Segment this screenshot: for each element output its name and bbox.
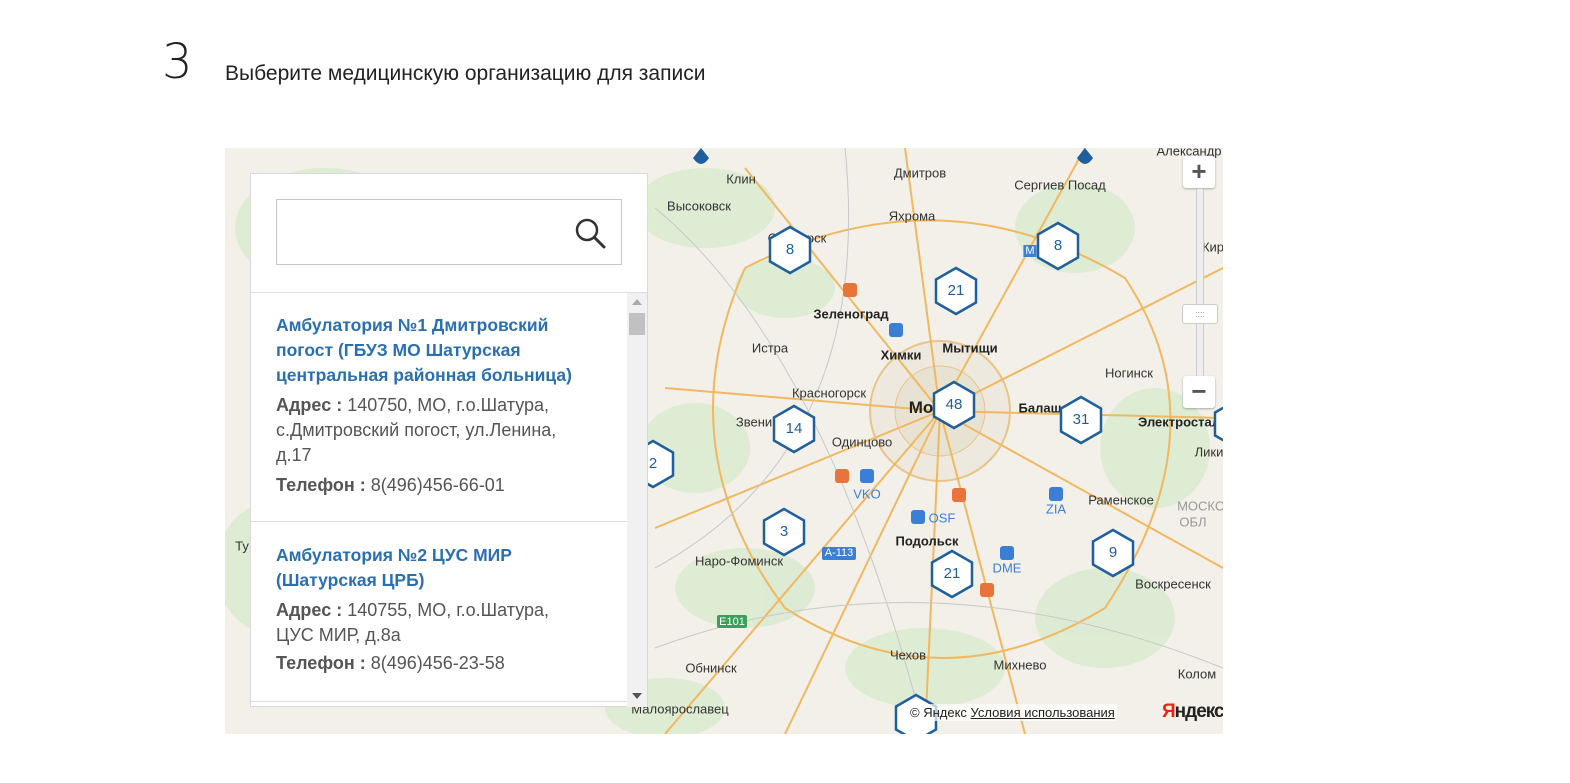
list-item[interactable]: Амбулатория №1 Дмитровский погост (ГБУЗ … — [251, 293, 627, 522]
organization-list[interactable]: Амбулатория №1 Дмитровский погост (ГБУЗ … — [251, 292, 647, 707]
cluster-marker[interactable]: 8 — [767, 225, 813, 275]
organization-address: Адрес : 140755, МО, г.о.Шатура, ЦУС МИР,… — [276, 600, 550, 645]
cluster-marker[interactable]: 21 — [929, 549, 975, 599]
terms-link[interactable]: Условия использования — [971, 705, 1115, 720]
map-label-mytishchi: Мытищи — [942, 340, 998, 356]
map-label-sergiev: Сергиев Посад — [1014, 177, 1106, 193]
map-label-odintsovo: Одинцово — [831, 434, 893, 450]
map-label-moscow: Мо — [908, 398, 934, 417]
map-label-kolomna: Колом — [1177, 666, 1217, 682]
map-label-klin: Клин — [726, 171, 756, 187]
map-label-balash: Балаш — [1018, 400, 1062, 416]
map-copyright: © Яндекс Условия использования — [908, 704, 1117, 721]
map-label-khimki: Химки — [880, 347, 922, 363]
map-label-mosobl: МОСКО — [1177, 498, 1223, 514]
organization-phone: Телефон : 8(496)456-23-58 — [276, 653, 505, 673]
step-title: Выберите медицинскую организацию для зап… — [225, 62, 706, 85]
organization-phone: Телефон : 8(496)456-66-01 — [276, 475, 505, 495]
list-item[interactable]: Амбулатория №2 ЦУС МИР (Шатурская ЦРБ) А… — [251, 521, 627, 702]
step-number: 3 — [162, 34, 193, 90]
cluster-marker[interactable]: 48 — [931, 380, 977, 430]
cluster-marker[interactable]: 3 — [761, 507, 807, 557]
organization-name-link[interactable]: Амбулатория №1 Дмитровский погост (ГБУЗ … — [276, 313, 596, 388]
cluster-marker[interactable]: 14 — [771, 404, 817, 454]
cluster-marker[interactable]: 21 — [933, 266, 979, 316]
list-scrollbar[interactable] — [627, 293, 647, 707]
cluster-marker[interactable]: 9 — [1090, 528, 1136, 578]
map-label-zia: ZIA — [1045, 501, 1067, 517]
map-label-tu: Ту — [235, 538, 249, 554]
map-label-dme: DME — [992, 560, 1022, 576]
map-label-istra: Истра — [751, 340, 789, 356]
scroll-up-arrow-icon[interactable] — [632, 299, 642, 305]
search-icon[interactable] — [573, 216, 607, 250]
map-label-obl: ОБЛ — [1179, 514, 1207, 530]
zoom-slider-track[interactable] — [1196, 188, 1204, 382]
organization-panel: Амбулатория №1 Дмитровский погост (ГБУЗ … — [250, 173, 648, 707]
map-label-mikhnevo: Михнево — [993, 657, 1047, 673]
map-label-a113: А-113 — [824, 547, 854, 559]
plus-icon: + — [1191, 156, 1207, 186]
map-label-noginsk: Ногинск — [1105, 365, 1153, 381]
yandex-logo[interactable]: Яндекс — [1162, 701, 1223, 723]
cluster-marker[interactable]: 8 — [1035, 221, 1081, 271]
map-label-vko: VKO — [853, 486, 881, 502]
cluster-marker[interactable]: 31 — [1058, 395, 1104, 445]
organization-address: Адрес : 140750, МО, г.о.Шатура, с.Дмитро… — [276, 395, 557, 465]
map-label-osf: OSF — [928, 510, 956, 526]
map-label-yakhroma: Яхрома — [888, 208, 936, 224]
map-label-ramenskoe: Раменское — [1088, 492, 1154, 508]
scrollbar-thumb[interactable] — [629, 313, 645, 335]
map-label-krasnogorsk: Красногорск — [791, 385, 867, 401]
map-label-chekhov: Чехов — [889, 647, 927, 663]
organization-name-link[interactable]: Амбулатория №2 ЦУС МИР (Шатурская ЦРБ) — [276, 543, 596, 593]
zoom-out-button[interactable]: − — [1183, 376, 1215, 408]
map-label-voskresensk: Воскресенск — [1135, 576, 1211, 592]
minus-icon: − — [1191, 376, 1207, 406]
map-label-vysokovsk: Высоковск — [667, 198, 731, 214]
map-label-e101: E101 — [719, 616, 745, 628]
search-input[interactable] — [276, 199, 622, 265]
map-label-dmitrov: Дмитров — [893, 165, 947, 181]
copyright-text: © Яндекс — [910, 705, 967, 720]
map-label-zven: Звени — [735, 414, 773, 430]
zoom-in-button[interactable]: + — [1183, 156, 1215, 188]
map-label-obninsk: Обнинск — [685, 660, 737, 676]
zoom-slider-handle[interactable]: :::: — [1182, 304, 1218, 324]
map-label-podolsk: Подольск — [895, 533, 959, 549]
map-label-kir: Кир — [1201, 239, 1223, 255]
map-label-zelenograd: Зеленоград — [813, 306, 889, 322]
map-label-elektrostal: Электросталь — [1138, 414, 1223, 430]
scroll-down-arrow-icon[interactable] — [632, 693, 642, 699]
